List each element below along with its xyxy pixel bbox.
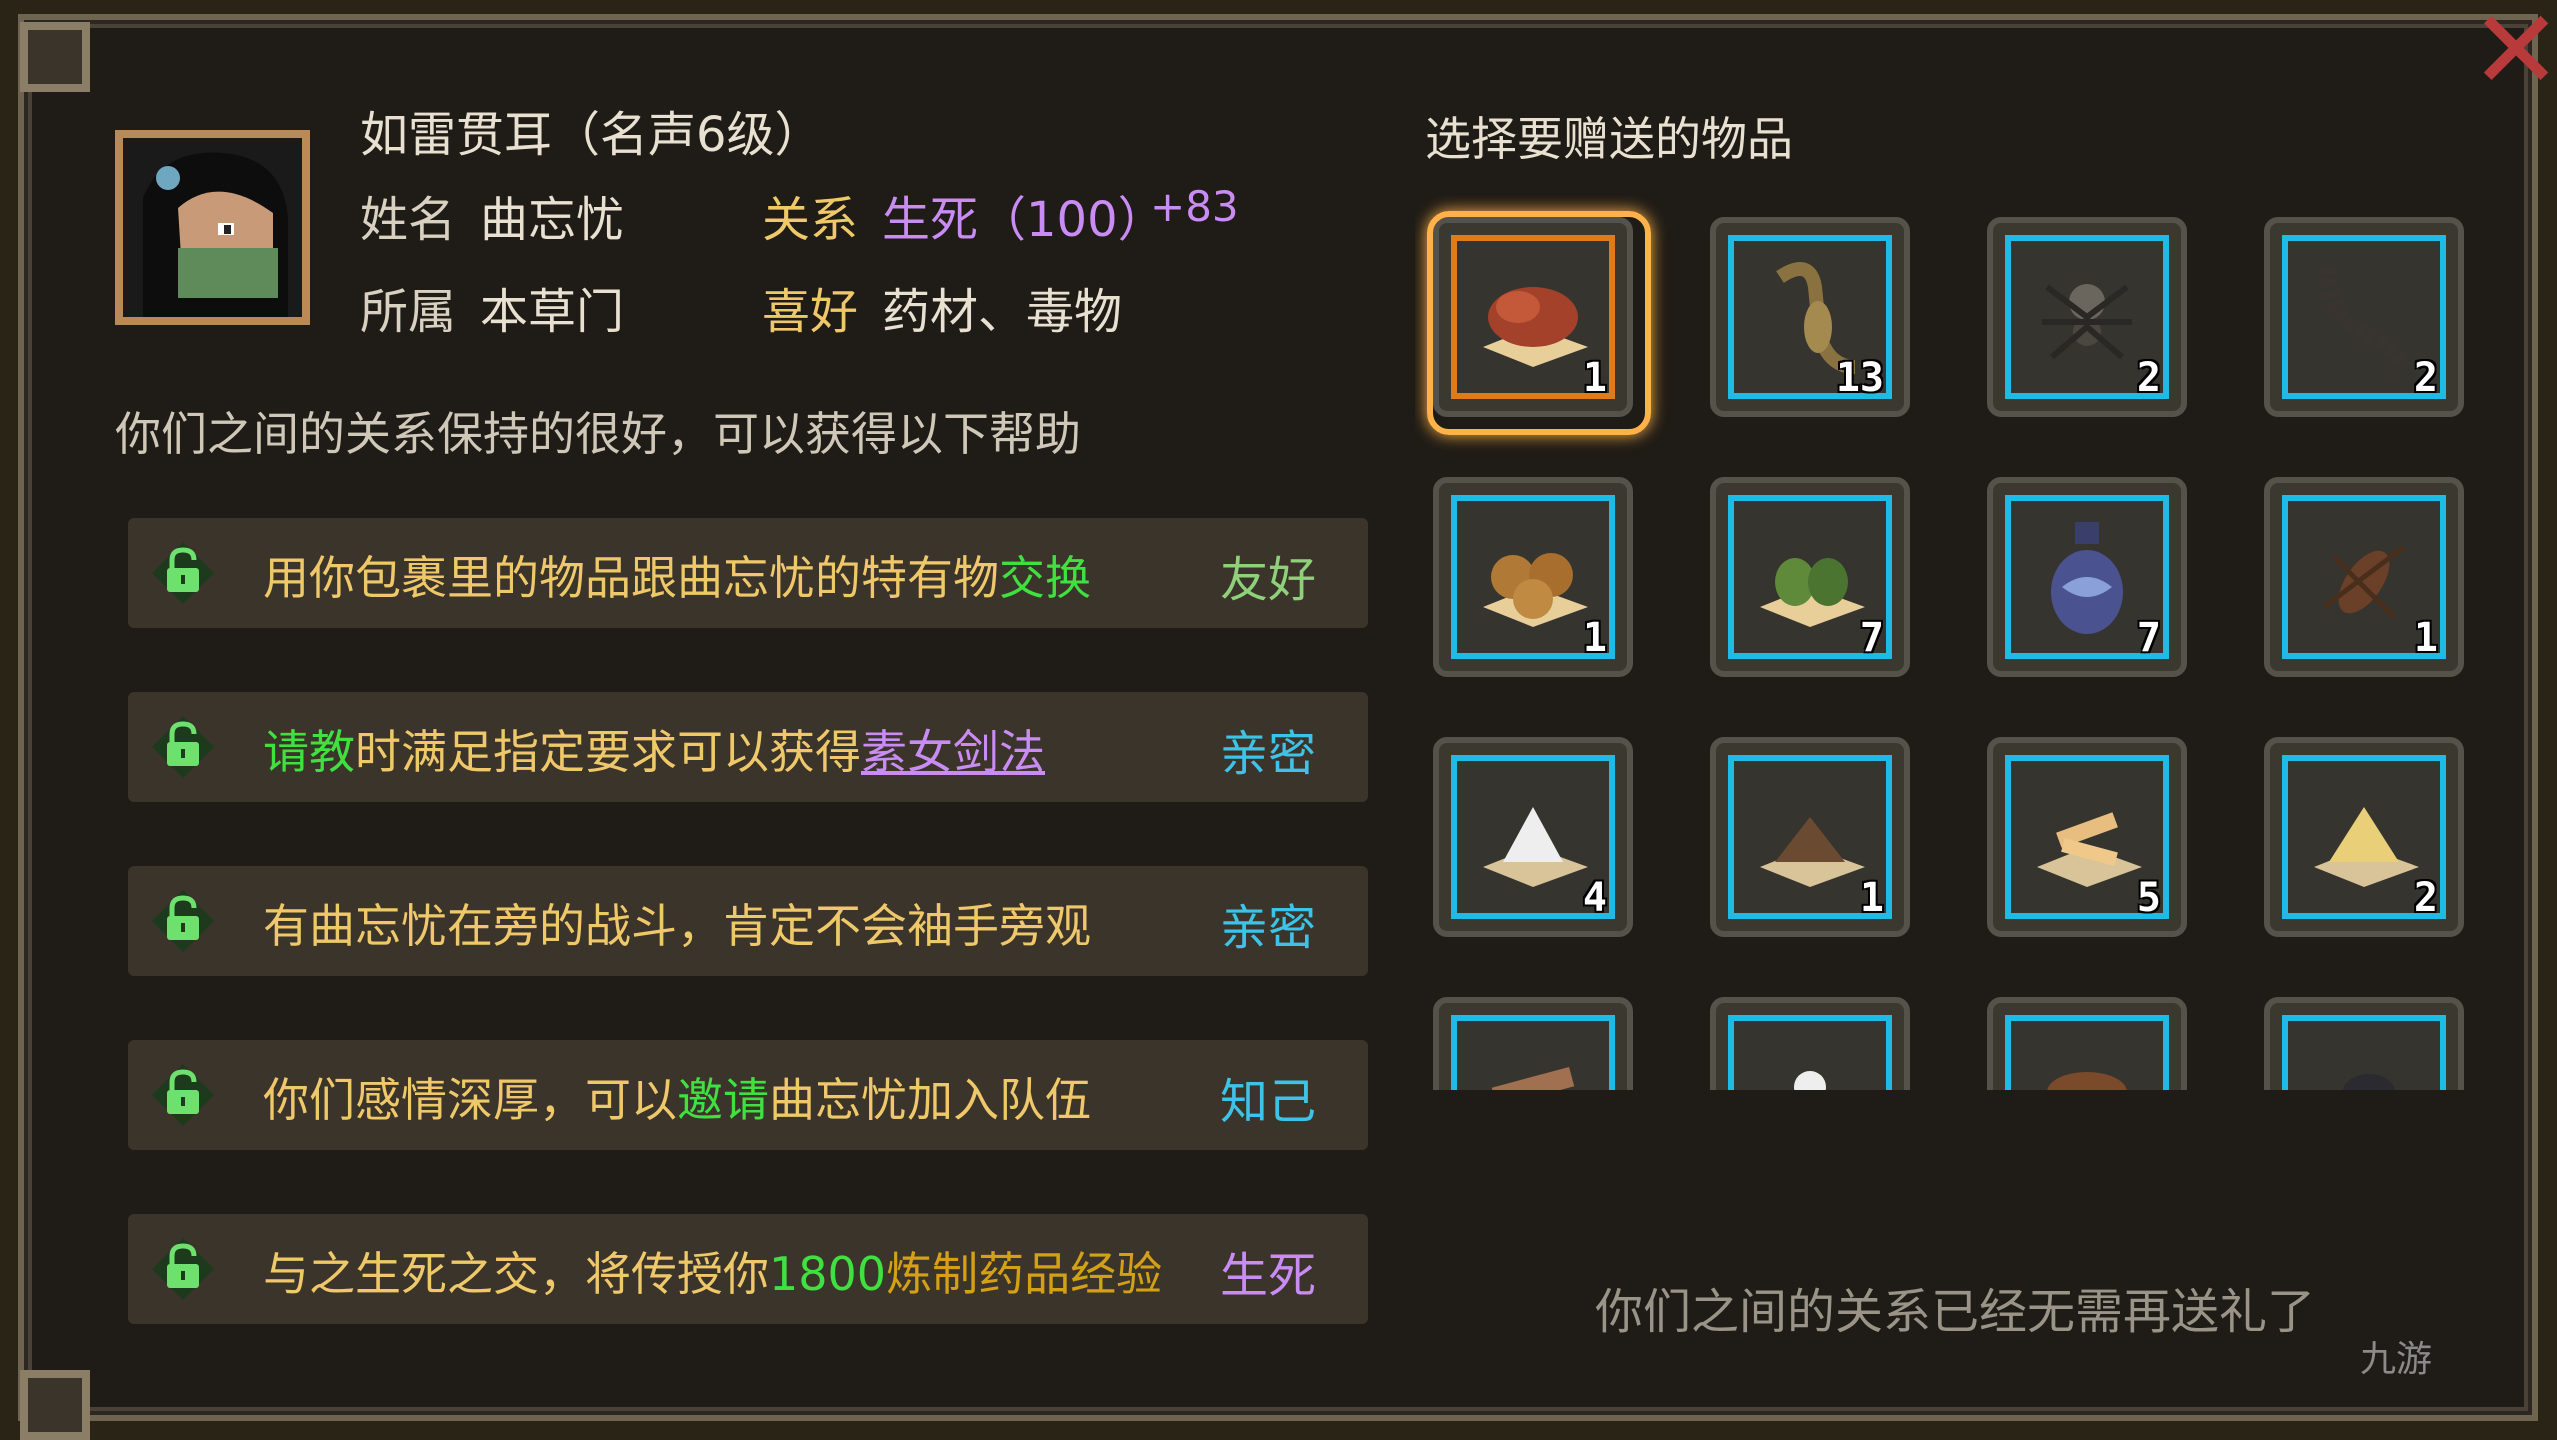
gift-item-slot[interactable]: 2 [1987,217,2187,417]
required-level: 友好 [1220,552,1317,608]
frame-corner-ornament [20,22,90,92]
root-bundle-icon [1491,1066,1575,1090]
white-flower-icon [1794,1071,1826,1090]
help-row-battle: 有曲忘忧在旁的战斗，肯定不会袖手旁观 亲密 [128,866,1368,976]
help-row-teach: 与之生死之交，将传授你1800炼制药品经验 生死 [128,1214,1368,1324]
gift-item-slot[interactable] [1710,997,1910,1090]
frame-corner-ornament [20,1370,90,1440]
unlocked-lock-icon [152,890,214,952]
name-value: 曲忘忧 [480,192,625,248]
gift-item-slot[interactable]: 2 [2264,217,2464,417]
site-watermark: 九游 [2360,1339,2433,1380]
gift-item-slot[interactable]: 1 [2264,477,2464,677]
gift-item-grid: 1 13 2 2 1 7 7 1 4 1 5 2 [1415,195,2495,1090]
unlocked-lock-icon [152,716,214,778]
help-text: 请教时满足指定要求可以获得素女剑法 [263,725,1045,779]
gift-title: 选择要赠送的物品 [1425,112,1793,166]
unlocked-lock-icon [152,542,214,604]
likes-value: 药材、毒物 [882,284,1123,340]
required-level: 知己 [1220,1074,1317,1130]
skill-link[interactable]: 素女剑法 [861,725,1045,779]
invite-link[interactable]: 邀请 [677,1073,769,1127]
relation-value: 生死（100） [882,192,1166,248]
gift-footer-message: 你们之间的关系已经无需再送礼了 [1595,1284,2316,1340]
gift-item-slot[interactable]: 1 [1710,737,1910,937]
gift-item-slot[interactable]: 7 [1987,477,2187,677]
gift-item-slot[interactable]: 7 [1710,477,1910,677]
consult-link[interactable]: 请教 [263,725,355,779]
gift-item-slot[interactable]: 13 [1710,217,1910,417]
gift-item-slot[interactable] [2264,997,2464,1090]
help-row-exchange: 用你包裹里的物品跟曲忘忧的特有物交换 友好 [128,518,1368,628]
gift-item-slot[interactable] [1987,997,2187,1090]
relation-label: 关系 [762,192,859,248]
gift-item-slot[interactable]: 5 [1987,737,2187,937]
npc-portrait-icon [123,138,302,317]
help-row-invite: 你们感情深厚，可以邀请曲忘忧加入队伍 知己 [128,1040,1368,1150]
reputation-title: 如雷贯耳（名声6级） [360,107,823,163]
help-intro: 你们之间的关系保持的很好，可以获得以下帮助 [115,407,1081,461]
likes-label: 喜好 [762,284,859,340]
help-text: 你们感情深厚，可以邀请曲忘忧加入队伍 [263,1073,1091,1127]
relation-delta: +83 [1150,182,1239,231]
unlocked-lock-icon [152,1238,214,1300]
required-level: 亲密 [1220,726,1317,782]
npc-portrait [115,130,310,325]
close-icon[interactable]: ✕ [2470,0,2557,105]
brown-pods-icon [2047,1072,2127,1090]
required-level: 亲密 [1220,900,1317,956]
help-text: 与之生死之交，将传授你1800炼制药品经验 [263,1247,1163,1301]
help-row-consult: 请教时满足指定要求可以获得素女剑法 亲密 [128,692,1368,802]
name-label: 姓名 [360,192,457,248]
gift-item-slot[interactable]: 1 [1433,477,1633,677]
gift-item-slot[interactable]: 1 [1427,211,1651,435]
faction-value: 本草门 [480,284,625,340]
required-level: 生死 [1220,1248,1317,1304]
gift-item-slot[interactable]: 4 [1433,737,1633,937]
black-beetle-icon [2343,1074,2395,1090]
gift-item-slot[interactable] [1433,997,1633,1090]
faction-label: 所属 [360,284,457,340]
help-text: 有曲忘忧在旁的战斗，肯定不会袖手旁观 [263,899,1091,953]
gift-item-slot[interactable]: 2 [2264,737,2464,937]
unlocked-lock-icon [152,1064,214,1126]
help-text: 用你包裹里的物品跟曲忘忧的特有物交换 [263,551,1091,605]
